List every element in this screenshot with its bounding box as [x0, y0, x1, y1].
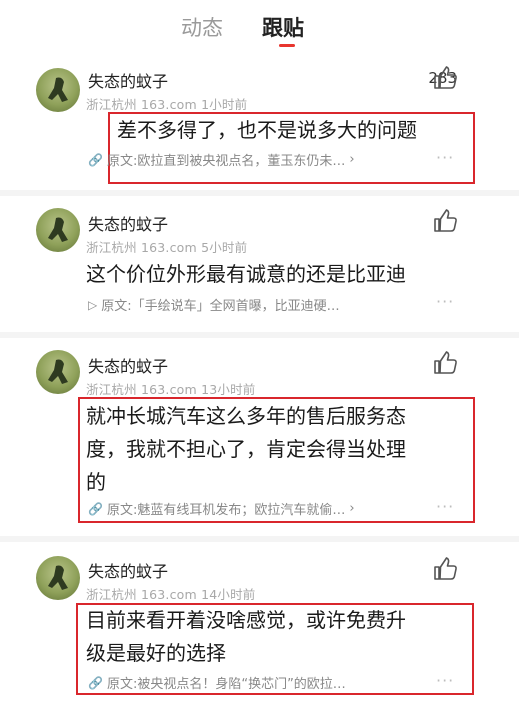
comment-text-line: 目前来看开着没啥感觉，或许免费升	[86, 608, 406, 632]
thumbs-up-icon[interactable]	[432, 209, 458, 233]
avatar-figure-icon	[48, 217, 68, 242]
chevron-right-icon: ›	[349, 501, 355, 516]
post-meta: 浙江杭州 163.com 5小时前	[86, 240, 248, 255]
more-options-icon[interactable]: ···	[436, 671, 454, 690]
avatar[interactable]	[36, 68, 80, 112]
avatar-figure-icon	[48, 359, 68, 384]
username[interactable]: 失态的蚊子	[88, 211, 168, 235]
link-icon: 🔗	[88, 675, 103, 690]
source-article-title: 原文:魅蓝有线耳机发布；欧拉汽车就偷…	[106, 503, 346, 518]
tab-reply[interactable]: 跟贴	[262, 12, 304, 42]
comment-text-line: 级是最好的选择	[86, 641, 226, 665]
divider	[0, 536, 519, 542]
chevron-right-icon: ›	[349, 152, 355, 167]
avatar-figure-icon	[48, 565, 68, 590]
divider	[0, 190, 519, 196]
comment-text: 目前来看开着没啥感觉，或许免费升 级是最好的选择	[86, 604, 466, 670]
comment-text-line: 度，我就不担心了，肯定会得当处理	[86, 437, 406, 461]
avatar[interactable]	[36, 350, 80, 394]
username[interactable]: 失态的蚊子	[88, 353, 168, 377]
username[interactable]: 失态的蚊子	[88, 68, 168, 92]
comment-text: 差不多得了，也不是说多大的问题	[117, 118, 417, 142]
comment-text-line: 就冲长城汽车这么多年的售后服务态	[86, 404, 406, 428]
more-options-icon[interactable]: ···	[436, 497, 454, 516]
more-options-icon[interactable]: ···	[436, 148, 454, 167]
comment-text: 就冲长城汽车这么多年的售后服务态 度，我就不担心了，肯定会得当处理 的	[86, 400, 466, 499]
post-meta: 浙江杭州 163.com 1小时前	[86, 97, 248, 112]
divider	[0, 332, 519, 338]
more-options-icon[interactable]: ···	[436, 292, 454, 311]
thumbs-up-icon[interactable]	[432, 557, 458, 581]
source-article-link[interactable]: 🔗 原文:魅蓝有线耳机发布；欧拉汽车就偷… ›	[88, 499, 355, 518]
source-article-link[interactable]: 🔗 原文:欧拉直到被央视点名，董玉东仍未… ›	[88, 150, 355, 169]
source-article-link[interactable]: ▷ 原文:「手绘说车」全网首曝，比亚迪硬…	[88, 295, 340, 315]
avatar-figure-icon	[48, 77, 68, 102]
comment-text-line: 的	[86, 470, 106, 494]
avatar[interactable]	[36, 208, 80, 252]
active-tab-indicator	[279, 44, 295, 47]
source-article-title: 原文:「手绘说车」全网首曝，比亚迪硬…	[101, 299, 340, 314]
source-article-title: 原文:欧拉直到被央视点名，董玉东仍未…	[106, 154, 346, 169]
source-article-title: 原文:被央视点名！身陷“换芯门”的欧拉…	[106, 677, 346, 692]
comment-text: 这个价位外形最有诚意的还是比亚迪	[86, 262, 406, 286]
source-article-link[interactable]: 🔗 原文:被央视点名！身陷“换芯门”的欧拉…	[88, 673, 346, 693]
tab-bar: 动态 跟贴	[0, 0, 519, 52]
post-meta: 浙江杭州 163.com 13小时前	[86, 382, 256, 397]
username[interactable]: 失态的蚊子	[88, 558, 168, 582]
avatar[interactable]	[36, 556, 80, 600]
thumbs-up-icon[interactable]	[432, 351, 458, 375]
play-icon: ▷	[88, 297, 98, 312]
post-meta: 浙江杭州 163.com 14小时前	[86, 587, 256, 602]
link-icon: 🔗	[88, 152, 103, 167]
thumbs-up-icon[interactable]	[432, 66, 458, 90]
tab-dynamic[interactable]: 动态	[181, 12, 223, 42]
link-icon: 🔗	[88, 501, 103, 516]
